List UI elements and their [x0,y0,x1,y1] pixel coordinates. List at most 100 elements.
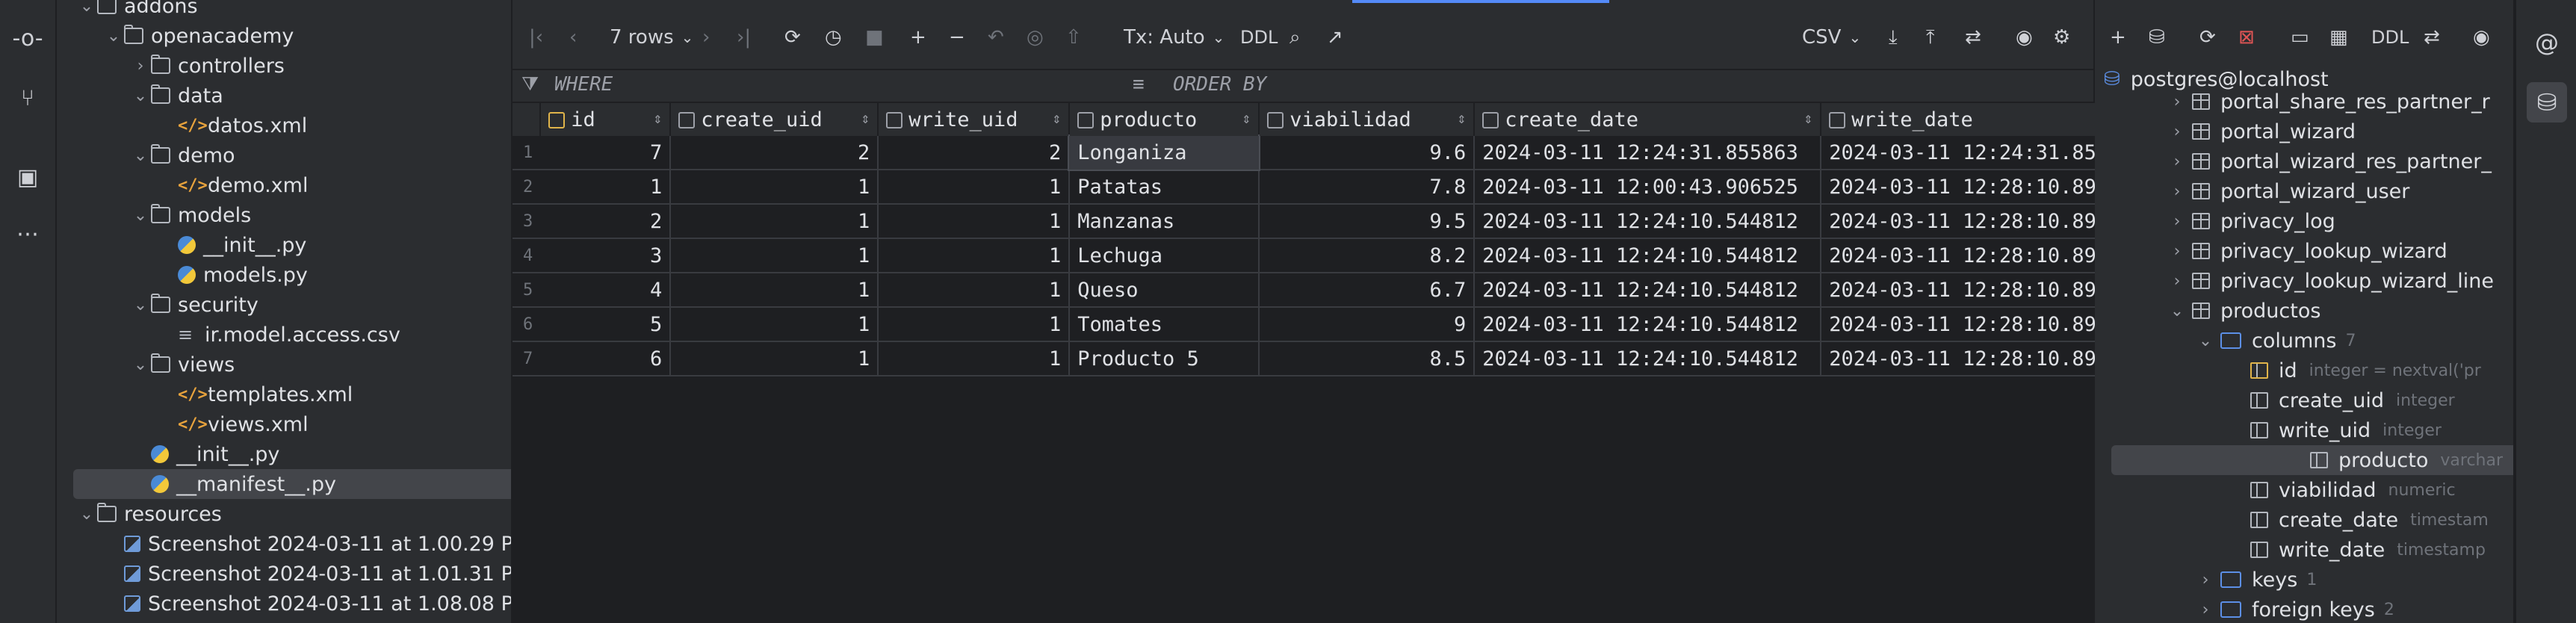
cell-viabilidad[interactable]: 8.2 [1259,238,1476,273]
rows-dropdown[interactable]: 7 rows ⌄ [610,22,693,52]
prev-page-icon[interactable]: ‹ [569,22,577,52]
sort-arrows-icon[interactable]: ⇕ [1052,109,1061,127]
cell-id[interactable]: 4 [540,273,672,308]
cell-producto[interactable]: Tomates [1069,307,1260,342]
table-row[interactable]: 3 2 1 1 Manzanas 9.5 2024-03-11 12:24:10.54481… [513,204,2167,239]
download-icon[interactable]: ⤓ [1889,22,1898,52]
more-tools-icon[interactable]: ⋯ [7,214,48,254]
column-header-create-date[interactable]: create_date ⇕ [1474,103,1822,136]
cell-viabilidad[interactable]: 8.5 [1259,341,1476,376]
project-tree-item[interactable]: </> datos.xml [57,111,307,140]
cell-create-uid[interactable]: 1 [670,170,879,205]
chevron-right-icon[interactable]: › [2162,272,2192,291]
sort-arrows-icon[interactable]: ⇕ [861,109,870,127]
next-page-icon[interactable]: › [702,22,710,52]
cell-create-date[interactable]: 2024-03-11 12:24:10.544812 [1474,273,1822,308]
database-tree-item[interactable]: write_uid integer [2220,415,2442,445]
data-source-icon[interactable]: ⛁ [2149,22,2165,52]
cell-producto[interactable]: Manzanas [1069,204,1260,239]
project-tree-item[interactable]: ⌄ views [57,350,235,379]
cell-id[interactable]: 2 [540,204,672,239]
add-row-icon[interactable]: + [910,22,926,52]
cell-create-date[interactable]: 2024-03-11 12:00:43.906525 [1474,170,1822,205]
preview-changes-icon[interactable]: ◎ [1027,22,1044,52]
cell-create-uid[interactable]: 1 [670,204,879,239]
revert-icon[interactable]: ↶ [988,22,1004,52]
database-tree-item[interactable]: › portal_wizard_res_partner_ [2162,146,2492,176]
project-tree-item[interactable]: __init__.py [57,439,279,469]
cell-producto[interactable]: Queso [1069,273,1260,308]
cell-create-date[interactable]: 2024-03-11 12:24:10.544812 [1474,204,1822,239]
cell-create-uid[interactable]: 1 [670,273,879,308]
table-row[interactable]: 2 1 1 1 Patatas 7.8 2024-03-11 12:00:43.906525… [513,170,2167,205]
project-tree-item[interactable]: Screenshot 2024-03-11 at 1.08.08 PM [57,589,511,619]
project-tree-item[interactable]: __manifest__.py [73,469,511,499]
order-by-input[interactable]: ORDER BY [1173,73,1266,96]
stop-icon[interactable]: ■ [865,22,884,52]
table-view-icon[interactable]: ▦ [2329,22,2348,52]
project-tree-item[interactable]: ⌄ demo [57,140,235,170]
chevron-right-icon[interactable]: › [130,57,151,75]
chevron-down-icon[interactable]: ⌄ [2190,332,2220,350]
project-tree-item[interactable]: ⌄ models [57,200,251,230]
cell-viabilidad[interactable]: 6.7 [1259,273,1476,308]
database-tree-item[interactable]: create_date timestam [2220,505,2489,535]
chevron-down-icon[interactable]: ⌄ [130,146,151,165]
console-icon[interactable]: ▭ [2291,22,2309,52]
history-icon[interactable]: ◷ [825,22,842,52]
cell-write-uid[interactable]: 1 [878,341,1071,376]
project-tree-item[interactable]: Screenshot 2024-03-11 at 1.01.31 PM [57,559,511,589]
database-tree-item[interactable]: id integer = nextval('pr [2220,356,2481,385]
cell-create-date[interactable]: 2024-03-11 12:24:31.855863 [1474,136,1822,170]
cell-write-uid[interactable]: 1 [878,273,1071,308]
table-row[interactable]: 4 3 1 1 Lechuga 8.2 2024-03-11 12:24:10.544812… [513,238,2167,273]
cell-viabilidad[interactable]: 9 [1259,307,1476,342]
project-tree-item[interactable]: </> demo.xml [57,170,308,200]
chevron-right-icon[interactable]: › [2162,152,2192,171]
ddl-button[interactable]: DDL [1240,22,1278,52]
chevron-right-icon[interactable]: › [2190,571,2220,589]
export-format-dropdown[interactable]: CSV ⌄ [1802,22,1861,52]
first-page-icon[interactable]: |‹ [529,22,543,52]
ai-assistant-icon[interactable]: @ [2527,22,2567,63]
project-tree-item[interactable]: ⌄ resources [57,499,222,529]
cell-create-uid[interactable]: 1 [670,341,879,376]
cell-write-uid[interactable]: 1 [878,170,1071,205]
database-icon[interactable]: ⛁ [2527,82,2567,123]
database-tree-item[interactable]: producto varchar [2111,445,2513,475]
table-row[interactable]: 6 5 1 1 Tomates 9 2024-03-11 12:24:10.544812 20… [513,307,2167,342]
project-tree-item[interactable]: ⌄ addons [57,0,198,21]
pull-requests-icon[interactable]: ⑂ [7,78,48,118]
submit-icon[interactable]: ⇧ [1065,22,1082,52]
project-tree-item[interactable]: ⌄ openacademy [57,21,294,51]
chart-icon[interactable]: ↗ [1327,22,1343,52]
chevron-right-icon[interactable]: › [2162,123,2192,141]
cell-write-uid[interactable]: 1 [878,204,1071,239]
cell-id[interactable]: 5 [540,307,672,342]
cell-id[interactable]: 1 [540,170,672,205]
table-row[interactable]: 5 4 1 1 Queso 6.7 2024-03-11 12:24:10.544812 20… [513,273,2167,308]
chevron-right-icon[interactable]: › [2190,601,2220,619]
cell-create-date[interactable]: 2024-03-11 12:24:10.544812 [1474,238,1822,273]
database-tree-item[interactable]: › keys 1 [2190,565,2318,595]
cell-producto[interactable]: Longaniza [1068,134,1261,171]
cell-write-uid[interactable]: 2 [878,136,1071,170]
database-tree-item[interactable]: › foreign keys 2 [2190,595,2394,623]
upload-icon[interactable]: ⤒ [1926,22,1935,52]
chevron-down-icon[interactable]: ⌄ [2162,302,2192,320]
cell-viabilidad[interactable]: 9.6 [1259,136,1476,170]
delete-row-icon[interactable]: − [949,22,965,52]
search-icon[interactable]: ⌕ [1289,22,1301,52]
new-icon[interactable]: + [2110,22,2126,52]
chevron-down-icon[interactable]: ⌄ [130,87,151,105]
database-tree-item[interactable]: ⌄ columns 7 [2190,326,2356,356]
project-tree-item[interactable]: __init__.py [57,230,306,260]
last-page-icon[interactable]: ›| [737,22,751,52]
project-tree-item[interactable]: </> views.xml [57,409,309,439]
cell-id[interactable]: 6 [540,341,672,376]
table-row[interactable]: 7 6 1 1 Producto 5 8.5 2024-03-11 12:24:10.544… [513,341,2167,376]
disconnect-icon[interactable]: ⊠ [2238,22,2255,52]
project-tree-item[interactable]: › controllers [57,51,285,81]
cell-producto[interactable]: Lechuga [1069,238,1260,273]
chevron-down-icon[interactable]: ⌄ [130,206,151,225]
